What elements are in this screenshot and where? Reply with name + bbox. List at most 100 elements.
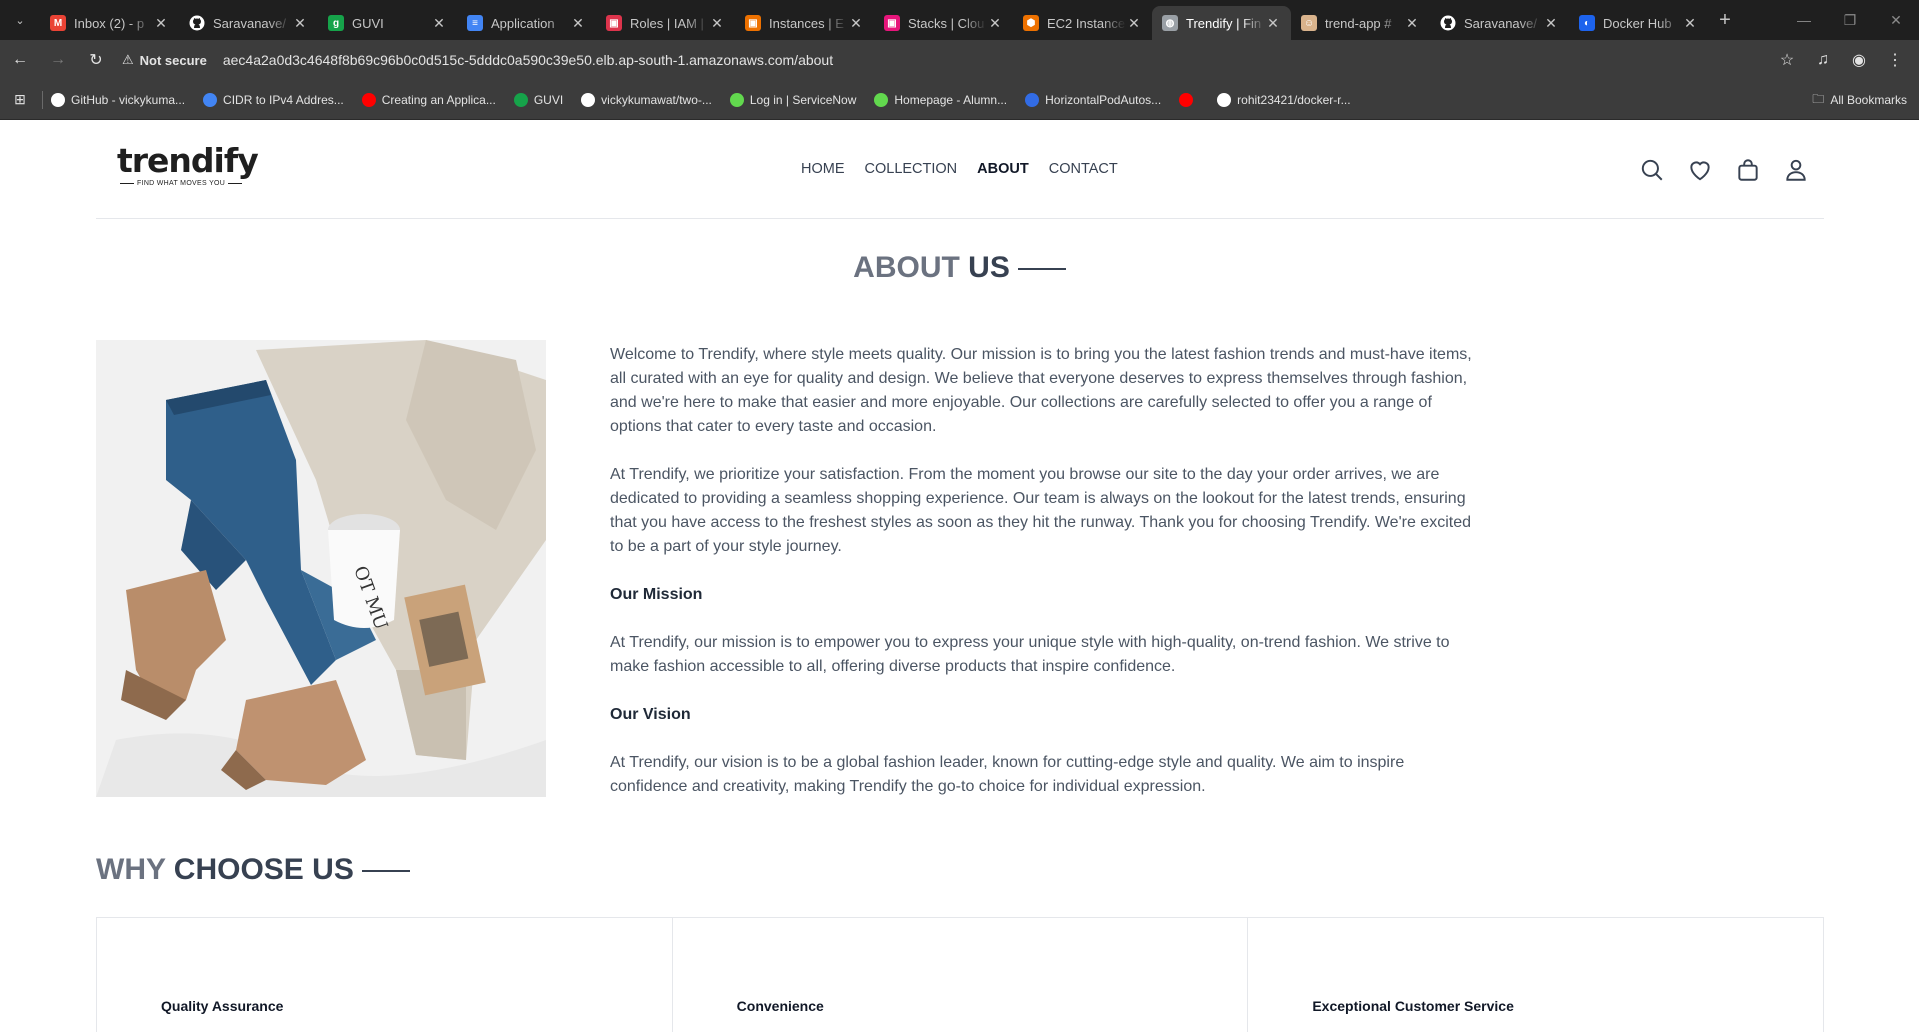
tab-list: M Inbox (2) - p ✕ Saravanave/ ✕ g GUVI ✕ ≡ Applic… [40, 0, 1708, 40]
about-title-second: US [968, 251, 1010, 284]
browser-tab-title: trend-app # [1325, 15, 1392, 31]
bookmark-favicon-icon [1025, 92, 1040, 107]
nav-link-home[interactable]: HOME [801, 161, 845, 177]
globe-icon: ◍ [1162, 15, 1178, 31]
bookmark-item[interactable]: Creating an Applica... [361, 92, 496, 107]
new-tab-button[interactable]: + [1708, 9, 1742, 32]
browser-tab-title: Docker Hub [1603, 15, 1672, 31]
header-actions [1639, 157, 1809, 183]
features-grid: Quality Assurance Convenience Exceptiona… [96, 917, 1824, 1032]
bookmark-item[interactable] [1179, 92, 1199, 107]
security-label[interactable]: Not secure [140, 53, 207, 68]
bookmark-favicon-icon [361, 92, 376, 107]
docs-icon: ≡ [467, 15, 483, 31]
browser-tab-title: GUVI [352, 15, 384, 31]
media-controls-icon[interactable]: ♫ [1805, 51, 1841, 69]
web-page: trendify FIND WHAT MOVES YOU HOME COLLECT… [0, 121, 1919, 1032]
browser-tab[interactable]: ◐ Docker Hub ✕ [1569, 6, 1708, 40]
bookmark-label: GUVI [533, 92, 564, 107]
browser-tab[interactable]: Saravanave/ ✕ [179, 6, 318, 40]
search-icon[interactable] [1639, 157, 1665, 183]
bookmark-item[interactable]: vickykumawat/two-... [581, 92, 712, 107]
browser-tab[interactable]: ▣ Stacks | Clou ✕ [874, 6, 1013, 40]
close-tab-icon[interactable]: ✕ [292, 15, 308, 32]
all-bookmarks-button[interactable]: 🗀 All Bookmarks [1812, 80, 1907, 120]
forward-icon[interactable]: → [40, 44, 76, 76]
trendify-logo[interactable]: trendify FIND WHAT MOVES YOU [117, 143, 259, 188]
guvi-icon: g [328, 15, 344, 31]
about-intro-paragraph-2: At Trendify, we prioritize your satisfac… [610, 466, 1471, 555]
our-vision-text: At Trendify, our vision is to be a globa… [610, 754, 1405, 795]
why-choose-us-title: WHY CHOOSE US [96, 853, 410, 887]
url-text[interactable]: aec4a2a0d3c4648f8b69c96b0c0d515c-5dddc0a… [223, 52, 833, 68]
bookmark-item[interactable]: GUVI [513, 92, 564, 107]
about-text-block: Welcome to Trendify, where style meets q… [610, 343, 1480, 823]
close-tab-icon[interactable]: ✕ [987, 15, 1003, 32]
close-tab-icon[interactable]: ✕ [1682, 15, 1698, 32]
browser-tab[interactable]: ⬢ EC2 Instance ✕ [1013, 6, 1152, 40]
bookmark-item[interactable]: GitHub - vickykuma... [51, 92, 186, 107]
browser-tab[interactable]: Saravanave/ ✕ [1430, 6, 1569, 40]
browser-tab[interactable]: ▣ Roles | IAM | ✕ [596, 6, 735, 40]
bookmark-label: Creating an Applica... [381, 92, 496, 107]
bookmark-item[interactable]: CIDR to IPv4 Addres... [203, 92, 344, 107]
feature-title: Quality Assurance [161, 998, 284, 1014]
close-tab-icon[interactable]: ✕ [1265, 15, 1281, 32]
bookmark-favicon-icon [1217, 92, 1232, 107]
close-tab-icon[interactable]: ✕ [709, 15, 725, 32]
minimize-icon[interactable]: — [1781, 0, 1827, 40]
github-icon [189, 15, 205, 31]
close-tab-icon[interactable]: ✕ [1543, 15, 1559, 32]
browser-tab[interactable]: ▣ Instances | E ✕ [735, 6, 874, 40]
nav-link-about[interactable]: ABOUT [977, 161, 1029, 177]
bookmark-star-icon[interactable]: ☆ [1769, 50, 1805, 70]
browser-tab-title: Saravanave/ [213, 15, 286, 31]
bookmark-label: GitHub - vickykuma... [71, 92, 186, 107]
close-tab-icon[interactable]: ✕ [431, 15, 447, 32]
about-intro-paragraph-1: Welcome to Trendify, where style meets q… [610, 346, 1472, 435]
bookmark-item[interactable]: rohit23421/docker-r... [1217, 92, 1351, 107]
nav-link-contact[interactable]: CONTACT [1049, 161, 1118, 177]
shopping-bag-icon[interactable] [1735, 157, 1761, 183]
browser-tab-title: Trendify | Fin [1186, 15, 1262, 31]
why-title-first: WHY [96, 853, 166, 886]
address-bar[interactable]: ⚠ Not secure aec4a2a0d3c4648f8b69c96b0c0… [122, 45, 1757, 75]
title-underline [1017, 268, 1066, 271]
bookmark-item[interactable]: Log in | ServiceNow [729, 92, 856, 107]
bookmark-item[interactable]: HorizontalPodAutos... [1025, 92, 1162, 107]
close-window-icon[interactable]: ✕ [1873, 0, 1919, 40]
title-underline [361, 870, 410, 873]
browser-tab[interactable]: ☺ trend-app # ✕ [1291, 6, 1430, 40]
reload-icon[interactable]: ↻ [78, 44, 114, 76]
profile-icon[interactable]: ◉ [1841, 50, 1877, 70]
main-nav: HOME COLLECTION ABOUT CONTACT [801, 161, 1118, 177]
tab-search-chevron-icon[interactable]: ⌄ [0, 0, 40, 40]
browser-tab-title: Saravanave/ [1464, 15, 1537, 31]
logo-tagline-text: FIND WHAT MOVES YOU [137, 180, 226, 187]
nav-link-collection[interactable]: COLLECTION [865, 161, 958, 177]
close-tab-icon[interactable]: ✕ [1404, 15, 1420, 32]
browser-tab[interactable]: g GUVI ✕ [318, 6, 457, 40]
menu-kebab-icon[interactable]: ⋮ [1877, 50, 1913, 70]
browser-tab[interactable]: M Inbox (2) - p ✕ [40, 6, 179, 40]
gmail-icon: M [50, 15, 66, 31]
restore-icon[interactable]: ❐ [1827, 0, 1873, 40]
heart-icon[interactable] [1687, 157, 1713, 183]
back-icon[interactable]: ← [2, 44, 38, 76]
close-tab-icon[interactable]: ✕ [570, 15, 586, 32]
browser-tab[interactable]: ≡ Application ✕ [457, 6, 596, 40]
bookmark-label: HorizontalPodAutos... [1045, 92, 1162, 107]
apps-grid-icon[interactable]: ⊞ [0, 91, 40, 108]
browser-tab[interactable]: ◍ Trendify | Fin ✕ [1152, 6, 1291, 40]
bookmarks-bar: ⊞ GitHub - vickykuma... CIDR to IPv4 Addr… [0, 80, 1919, 120]
bookmark-item[interactable]: Homepage - Alumn... [874, 92, 1007, 107]
user-icon[interactable] [1783, 157, 1809, 183]
close-tab-icon[interactable]: ✕ [848, 15, 864, 32]
warning-icon[interactable]: ⚠ [122, 52, 134, 68]
bookmark-favicon-icon [1179, 92, 1194, 107]
close-tab-icon[interactable]: ✕ [153, 15, 169, 32]
bookmark-favicon-icon [874, 92, 889, 107]
bookmark-label: rohit23421/docker-r... [1237, 92, 1351, 107]
jenkins-icon: ☺ [1301, 15, 1317, 31]
close-tab-icon[interactable]: ✕ [1126, 15, 1142, 32]
